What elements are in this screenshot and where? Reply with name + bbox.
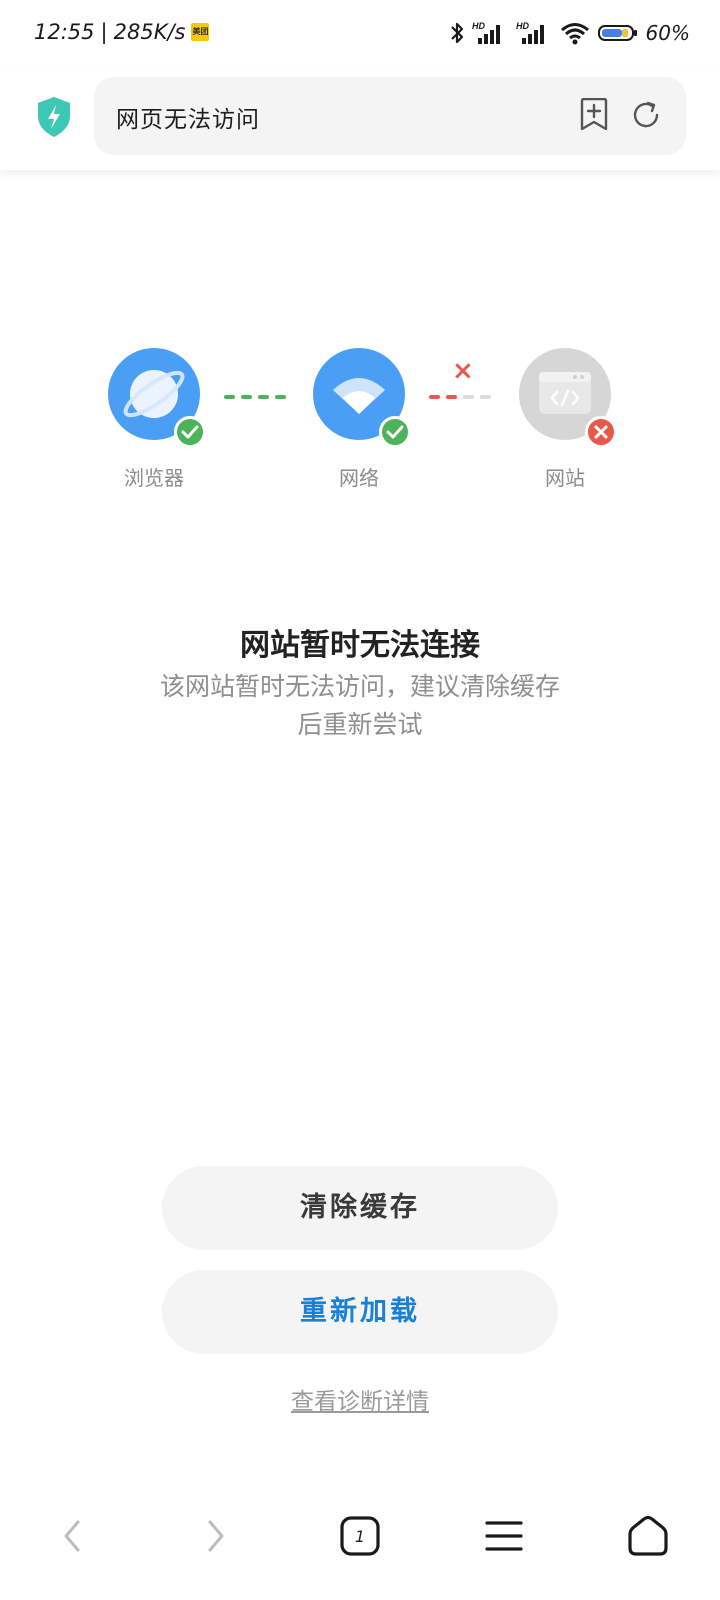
website-label: 网站 [545, 466, 585, 490]
signal-hd-icon: HD [472, 21, 500, 44]
error-x-icon [585, 416, 617, 448]
network-label: 网络 [339, 466, 379, 490]
signal-hd-icon-2: HD [516, 21, 544, 44]
chevron-left-icon [64, 1520, 80, 1552]
meituan-notification-icon: 美团 [191, 23, 210, 41]
browser-label: 浏览器 [124, 466, 184, 490]
check-icon [379, 416, 411, 448]
check-icon [174, 416, 206, 448]
hd-label: HD [472, 21, 485, 31]
url-field[interactable]: 网页无法访问 [94, 77, 686, 155]
back-button[interactable] [48, 1512, 96, 1560]
reload-button[interactable]: 重新加载 [162, 1270, 558, 1354]
menu-button[interactable] [480, 1512, 528, 1560]
failure-x-icon: × [452, 356, 474, 386]
battery-percent: 60% [645, 21, 690, 45]
hd-label-2: HD [516, 21, 529, 31]
clock: 12:55 [34, 20, 95, 44]
network-speed: 285K/s [113, 20, 186, 44]
browser-network-connector [224, 395, 286, 399]
status-left: 12:55 | 285K/s 美团 [34, 20, 210, 44]
error-description: 该网站暂时无法访问，建议清除缓存后重新尝试 [159, 672, 560, 739]
status-bar: 12:55 | 285K/s 美团 HD HD 60% [0, 0, 720, 70]
add-bookmark-icon[interactable] [578, 98, 610, 132]
page-title: 网页无法访问 [116, 107, 260, 133]
home-icon [628, 1515, 668, 1556]
status-separator: | [100, 20, 108, 44]
clear-cache-button[interactable]: 清除缓存 [162, 1166, 558, 1250]
menu-icon [485, 1521, 523, 1551]
battery-icon [597, 25, 637, 41]
tabs-button[interactable]: 1 [336, 1512, 384, 1560]
home-button[interactable] [624, 1512, 672, 1560]
bottom-navigation: 1 [0, 1500, 720, 1580]
forward-button[interactable] [192, 1512, 240, 1560]
browser-node [108, 348, 206, 448]
network-website-connector [429, 395, 491, 399]
bluetooth-icon [450, 22, 463, 44]
tab-count: 1 [354, 1526, 366, 1546]
error-title: 网站暂时无法连接 [240, 628, 480, 663]
wifi-icon [560, 23, 589, 45]
chevron-right-icon [208, 1520, 224, 1552]
diagnostics-link[interactable]: 查看诊断详情 [0, 1382, 720, 1416]
security-shield-icon[interactable] [36, 96, 72, 138]
network-node [313, 348, 411, 448]
refresh-icon[interactable] [630, 99, 662, 131]
status-right: HD HD 60% [450, 20, 690, 46]
website-node [519, 348, 617, 448]
address-bar: 网页无法访问 [0, 70, 720, 170]
